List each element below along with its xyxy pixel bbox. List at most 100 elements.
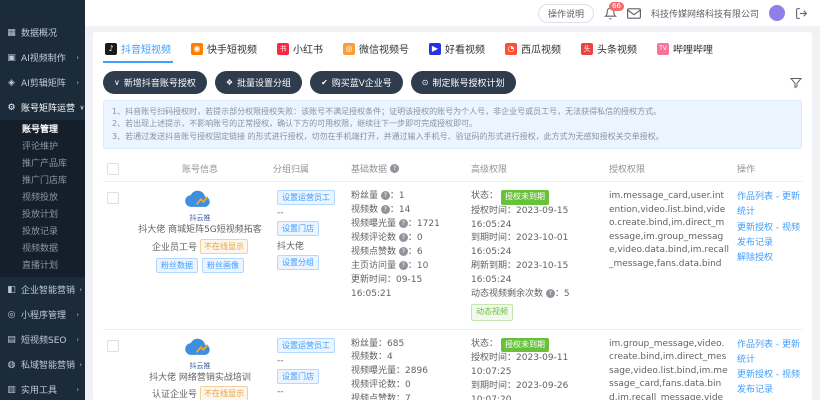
- tab-toutiao[interactable]: 头 头条视频: [579, 38, 639, 63]
- seo-icon: ▤: [6, 335, 17, 345]
- set-employee-button[interactable]: 设置运营员工: [277, 338, 335, 353]
- tab-xiaohongshu[interactable]: 书 小红书: [275, 38, 325, 63]
- tab-label: 西瓜视频: [521, 41, 561, 56]
- sidebar-item-dashboard[interactable]: ▦ 数据概况: [0, 20, 85, 45]
- avatar[interactable]: [769, 5, 785, 21]
- op-remove-auth-link[interactable]: 解除授权: [737, 251, 802, 266]
- tab-wechat-channels[interactable]: ◎ 微信视频号: [341, 38, 411, 63]
- op-update-auth-link[interactable]: 更新授权 - 视频发布记录: [737, 368, 802, 399]
- kuaishou-icon: ◉: [191, 43, 203, 55]
- advanced-cell: 状态：授权未到期 授权时间：2023-09-15 16:05:24 到期时间：2…: [471, 190, 609, 320]
- store-value: --: [277, 387, 284, 397]
- submenu-item-video-publish[interactable]: 视频投放: [0, 190, 85, 207]
- info-icon: ?: [381, 191, 390, 200]
- sidebar-submenu: 账号管理 评论维护 推广产品库 推广门店库 视频投放 投放计划 投放记录 视频数…: [0, 120, 85, 277]
- sidebar-item-tools[interactable]: ▥ 实用工具 ›: [0, 377, 85, 400]
- tab-kuaishou[interactable]: ◉ 快手短视频: [189, 38, 259, 63]
- fans-data-button[interactable]: 粉丝数据: [156, 258, 198, 273]
- set-store-button[interactable]: 设置门店: [277, 369, 319, 384]
- tab-douyin[interactable]: ♪ 抖音短视频: [103, 38, 173, 63]
- set-store-button[interactable]: 设置门店: [277, 221, 319, 236]
- tools-icon: ▥: [6, 385, 17, 395]
- fans-count: 685: [387, 339, 404, 349]
- chevron-down-icon: ∨: [80, 104, 85, 111]
- help-button[interactable]: 操作说明: [538, 4, 594, 23]
- add-douyin-auth-button[interactable]: ∨ 新增抖音账号授权: [103, 71, 207, 94]
- submenu-item-store-lib[interactable]: 推广门店库: [0, 173, 85, 190]
- set-group-button[interactable]: 设置分组: [277, 255, 319, 270]
- batch-group-button[interactable]: ❖ 批量设置分组: [215, 71, 302, 94]
- sidebar-item-label: 实用工具: [21, 383, 57, 396]
- main-area: 操作说明 66 科技传媒网络科技有限公司 ♪ 抖音短视频: [85, 0, 820, 400]
- button-label: 新增抖音账号授权: [124, 76, 196, 89]
- notice-line: 3、若通过发送抖音账号授权固定链接 的形式进行授权，切勿在手机端打开，并通过输入…: [112, 131, 793, 143]
- sidebar-item-label: 私域智能营销: [21, 358, 75, 371]
- notification-badge: 66: [609, 2, 624, 11]
- tab-label: 哔哩哔哩: [673, 41, 713, 56]
- dynamic-video-tag[interactable]: 动态视频: [471, 304, 513, 320]
- submenu-item-account-manage[interactable]: 账号管理: [0, 122, 85, 139]
- filter-button[interactable]: [790, 77, 802, 89]
- select-all-checkbox[interactable]: [107, 163, 119, 175]
- sidebar-item-video-seo[interactable]: ▤ 短视频SEO ›: [0, 327, 85, 352]
- row-checkbox[interactable]: [107, 340, 119, 352]
- sidebar-item-account-matrix[interactable]: ⚙ 账号矩阵运营 ∨: [0, 95, 85, 120]
- row-checkbox[interactable]: [107, 192, 119, 204]
- submenu-item-publish-plan[interactable]: 投放计划: [0, 207, 85, 224]
- logout-icon: [795, 7, 808, 20]
- sidebar-item-ai-video[interactable]: ▣ AI视频制作 ›: [0, 45, 85, 70]
- chevron-right-icon: ›: [76, 54, 79, 61]
- fans-count: 1: [399, 191, 405, 201]
- chevron-right-icon: ›: [76, 79, 79, 86]
- submenu-item-video-data[interactable]: 视频数据: [0, 241, 85, 258]
- tab-label: 头条视频: [597, 41, 637, 56]
- chevron-right-icon: ›: [79, 286, 82, 293]
- sidebar-item-label: AI视频制作: [21, 51, 66, 64]
- info-icon: ?: [381, 205, 390, 214]
- tab-bilibili[interactable]: TV 哔哩哔哩: [655, 38, 715, 63]
- sidebar-item-private-domain[interactable]: ◍ 私域智能营销 ›: [0, 352, 85, 377]
- auth-status-tag: 授权未到期: [501, 338, 549, 352]
- page-content: ♪ 抖音短视频 ◉ 快手短视频 书 小红书 ◎ 微信视频号: [85, 26, 820, 400]
- op-works-stats-link[interactable]: 作品列表 - 更新统计: [737, 190, 802, 221]
- tab-label: 小红书: [293, 41, 323, 56]
- submenu-item-publish-record[interactable]: 投放记录: [0, 224, 85, 241]
- top-header: 操作说明 66 科技传媒网络科技有限公司: [85, 0, 820, 26]
- submenu-item-comment[interactable]: 评论维护: [0, 139, 85, 156]
- op-update-auth-link[interactable]: 更新授权 - 视频发布记录: [737, 221, 802, 252]
- submenu-item-live-plan[interactable]: 直播计划: [0, 258, 85, 275]
- exposure-count: 2896: [405, 366, 428, 376]
- submenu-item-product-lib[interactable]: 推广产品库: [0, 156, 85, 173]
- col-basic-data: 基础数据?: [351, 162, 471, 175]
- account-type: 认证企业号: [152, 387, 197, 400]
- notice-line: 1、抖音账号扫码授权时，若提示部分权限授权失败：该账号不满足授权条件；证明该授权…: [112, 106, 793, 118]
- logout-button[interactable]: [795, 7, 808, 20]
- wechat-channels-icon: ◎: [343, 43, 355, 55]
- miniprogram-icon: ◎: [6, 310, 17, 320]
- fans-portrait-button[interactable]: 粉丝画像: [202, 258, 244, 273]
- info-icon: ?: [399, 247, 408, 256]
- stats-cell: 粉丝量：685 视频数：4 视频曝光量：2896 视频评论数：0 视频点赞数：7…: [351, 338, 471, 400]
- auth-plan-button[interactable]: ⊙ 制定账号授权计划: [411, 71, 516, 94]
- chevron-right-icon: ›: [76, 311, 79, 318]
- sidebar-item-enterprise-marketing[interactable]: ◧ 企业智能营销 ›: [0, 277, 85, 302]
- set-employee-button[interactable]: 设置运营员工: [277, 190, 335, 205]
- sidebar-item-miniprogram[interactable]: ◎ 小程序管理 ›: [0, 302, 85, 327]
- video-count: 4: [387, 352, 393, 362]
- tab-haokan[interactable]: ▶ 好看视频: [427, 38, 487, 63]
- private-domain-icon: ◍: [6, 360, 17, 370]
- messages-button[interactable]: [627, 8, 641, 19]
- tab-xigua[interactable]: ◔ 西瓜视频: [503, 38, 563, 63]
- notification-bell[interactable]: 66: [604, 7, 617, 20]
- account-cell: 抖云推 抖大佬 网络营销实战培训 认证企业号 不在线显示 粉丝数据 粉丝画像: [127, 338, 273, 400]
- info-icon: ?: [399, 219, 408, 228]
- account-name: 抖大佬 网络营销实战培训: [131, 373, 269, 385]
- buy-enterprise-button[interactable]: ✔ 购买蓝V企业号: [310, 71, 403, 94]
- sidebar-item-label: 短视频SEO: [21, 333, 66, 346]
- sidebar-item-ai-clip[interactable]: ◈ AI剪辑矩阵 ›: [0, 70, 85, 95]
- store-value: 抖大佬: [277, 239, 304, 252]
- op-works-stats-link[interactable]: 作品列表 - 更新统计: [737, 338, 802, 369]
- brand-label: 抖云推: [131, 213, 269, 223]
- brand-label: 抖云推: [131, 361, 269, 371]
- group-cell: 设置运营员工 -- 设置门店 抖大佬 设置分组: [273, 190, 351, 270]
